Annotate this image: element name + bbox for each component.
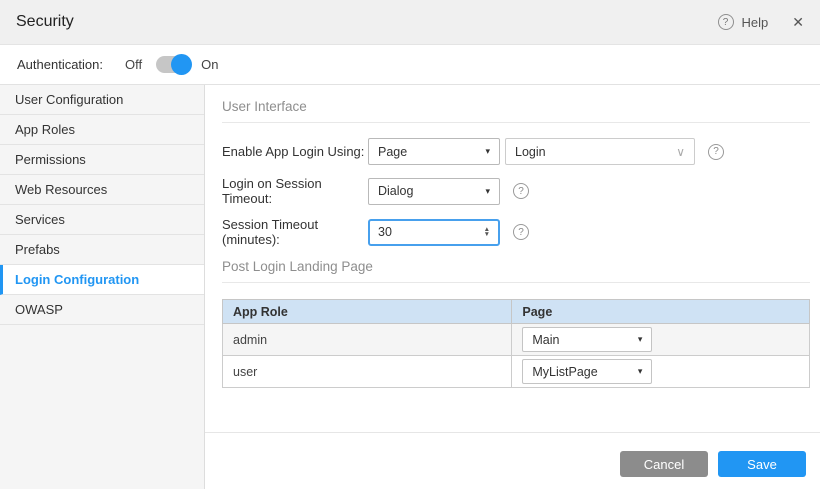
toggle-on-label: On [201,57,218,72]
main-panel: User Interface Enable App Login Using: P… [205,85,820,489]
session-timeout-label: Session Timeout (minutes): [222,217,368,247]
session-timeout-help-icon[interactable]: ? [513,224,529,240]
help-icon[interactable]: ? [718,14,734,30]
page-title: Security [16,13,718,31]
timeout-login-value: Dialog [378,184,413,198]
sidebar-item-login-configuration[interactable]: Login Configuration [0,265,204,295]
chevron-down-icon: ∨ [676,145,685,159]
dialog-header: Security ? Help ✕ [0,0,820,45]
admin-page-select[interactable]: Main ▾ [522,327,652,352]
section-title-user-interface: User Interface [222,85,810,123]
toggle-knob-icon [171,54,192,75]
dropdown-arrow-icon: ▾ [638,366,643,377]
login-page-select[interactable]: Login ∨ [505,138,695,165]
login-type-select[interactable]: Page ▾ [368,138,500,165]
post-login-table: App Role Page admin Main ▾ user [222,299,810,388]
sidebar-item-owasp[interactable]: OWASP [0,295,204,325]
authentication-label: Authentication: [17,57,103,72]
sidebar-item-services[interactable]: Services [0,205,204,235]
sidebar-item-app-roles[interactable]: App Roles [0,115,204,145]
column-header-page: Page [512,300,810,324]
number-spinner[interactable]: ▲ ▼ [484,227,490,237]
sidebar-item-permissions[interactable]: Permissions [0,145,204,175]
user-page-select[interactable]: MyListPage ▾ [522,359,652,384]
sidebar-item-prefabs[interactable]: Prefabs [0,235,204,265]
header-actions: ? Help ✕ [718,14,804,31]
login-type-value: Page [378,145,407,159]
role-cell-admin: admin [223,324,512,356]
table-row: admin Main ▾ [223,324,810,356]
sidebar: User Configuration App Roles Permissions… [0,85,205,489]
session-timeout-row: Session Timeout (minutes): 30 ▲ ▼ ? [222,217,810,247]
login-page-value: Login [515,145,546,159]
session-timeout-input[interactable]: 30 ▲ ▼ [368,219,500,246]
sidebar-item-web-resources[interactable]: Web Resources [0,175,204,205]
toggle-off-label: Off [125,57,142,72]
content-area: User Configuration App Roles Permissions… [0,85,820,489]
timeout-login-select[interactable]: Dialog ▾ [368,178,500,205]
table-row: user MyListPage ▾ [223,356,810,388]
cancel-button[interactable]: Cancel [620,451,708,477]
column-header-app-role: App Role [223,300,512,324]
role-cell-user: user [223,356,512,388]
authentication-toggle[interactable] [156,56,189,73]
session-timeout-login-label: Login on Session Timeout: [222,176,368,206]
dropdown-arrow-icon: ▾ [638,334,643,345]
save-button[interactable]: Save [718,451,806,477]
authentication-bar: Authentication: Off On [0,45,820,85]
enable-login-help-icon[interactable]: ? [708,144,724,160]
admin-page-value: Main [532,333,559,347]
help-link[interactable]: Help [742,15,769,30]
session-timeout-login-row: Login on Session Timeout: Dialog ▾ ? [222,176,810,206]
user-page-value: MyListPage [532,365,597,379]
table-header-row: App Role Page [223,300,810,324]
enable-app-login-label: Enable App Login Using: [222,144,368,159]
spinner-down-icon[interactable]: ▼ [484,232,490,237]
close-icon[interactable]: ✕ [792,14,804,31]
dropdown-arrow-icon: ▾ [485,146,490,157]
session-timeout-value: 30 [378,225,392,239]
enable-app-login-row: Enable App Login Using: Page ▾ Login ∨ ? [222,138,810,165]
sidebar-item-user-configuration[interactable]: User Configuration [0,85,204,115]
section-title-post-login: Post Login Landing Page [222,247,810,283]
footer-actions: Cancel Save [205,432,820,489]
timeout-login-help-icon[interactable]: ? [513,183,529,199]
dropdown-arrow-icon: ▾ [485,186,490,197]
